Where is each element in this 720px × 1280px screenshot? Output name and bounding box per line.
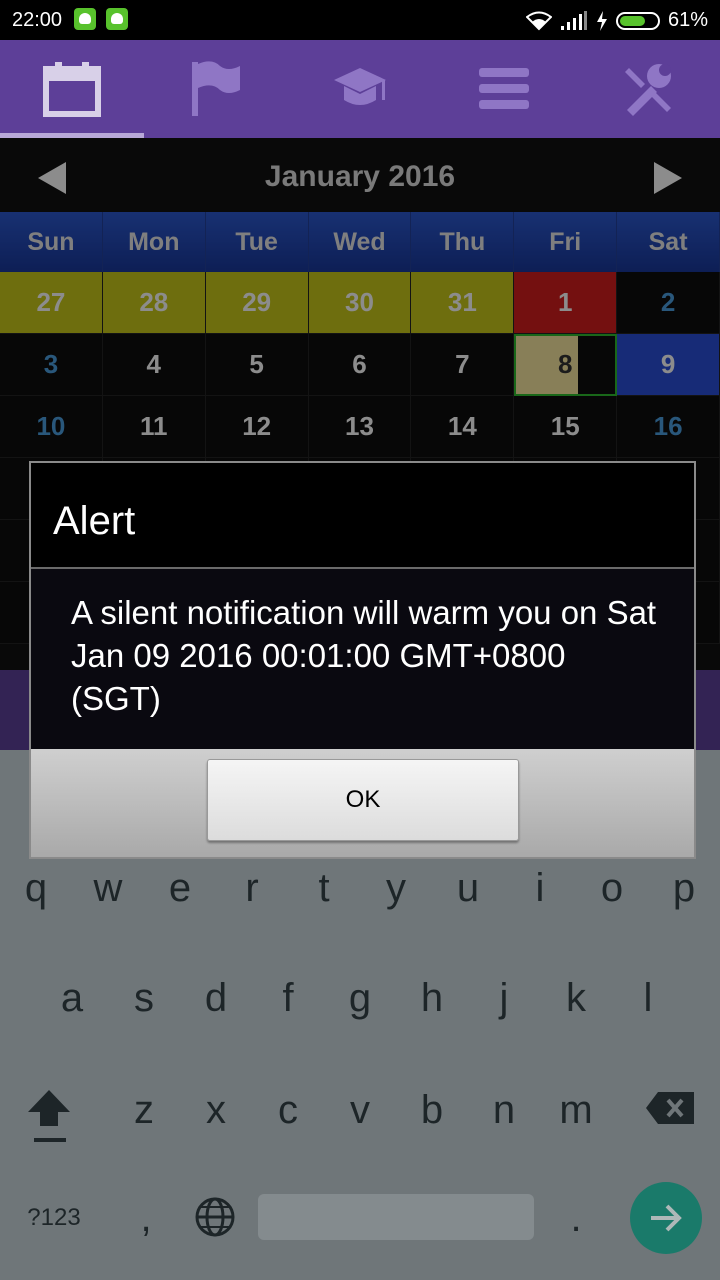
key-x[interactable]: x bbox=[180, 1088, 252, 1133]
calendar-day[interactable]: 29 bbox=[205, 272, 309, 334]
graduation-cap-icon bbox=[334, 68, 386, 105]
key-k[interactable]: k bbox=[540, 976, 612, 1021]
wifi-icon bbox=[525, 11, 552, 30]
calendar-day[interactable]: 16 bbox=[617, 396, 720, 458]
key-g[interactable]: g bbox=[324, 976, 396, 1021]
key-b[interactable]: b bbox=[396, 1088, 468, 1133]
dow-label: Fri bbox=[514, 212, 618, 272]
calendar-day[interactable]: 12 bbox=[205, 396, 309, 458]
calendar-day[interactable]: 7 bbox=[411, 334, 515, 396]
calendar-week: 3 4 5 6 7 8 9 bbox=[0, 334, 720, 396]
battery-percent: 61% bbox=[667, 9, 708, 31]
dialog-body: A silent notification will warm you on S… bbox=[31, 569, 694, 749]
key-y[interactable]: y bbox=[360, 866, 432, 911]
calendar-day[interactable]: 3 bbox=[0, 334, 103, 396]
calendar-day[interactable]: 13 bbox=[308, 396, 412, 458]
dow-label: Tue bbox=[206, 212, 309, 272]
tab-tools[interactable] bbox=[576, 40, 720, 138]
tab-flag[interactable] bbox=[144, 40, 288, 138]
shift-icon[interactable] bbox=[26, 1088, 72, 1144]
key-j[interactable]: j bbox=[468, 976, 540, 1021]
app-notification-icon bbox=[74, 8, 96, 30]
calendar-icon bbox=[43, 62, 101, 117]
globe-icon[interactable] bbox=[194, 1196, 236, 1238]
key-f[interactable]: f bbox=[252, 976, 324, 1021]
alert-dialog: Alert A silent notification will warm yo… bbox=[29, 461, 696, 859]
dialog-title: Alert bbox=[53, 499, 136, 543]
key-v[interactable]: v bbox=[324, 1088, 396, 1133]
status-time: 22:00 bbox=[12, 9, 63, 31]
key-a[interactable]: a bbox=[36, 976, 108, 1021]
month-header: January 2016 bbox=[0, 138, 720, 212]
dow-label: Thu bbox=[411, 212, 515, 272]
day-of-week-header: Sun Mon Tue Wed Thu Fri Sat bbox=[0, 212, 720, 272]
backspace-icon[interactable] bbox=[644, 1090, 696, 1126]
tools-icon bbox=[625, 64, 671, 116]
space-key[interactable] bbox=[258, 1194, 534, 1240]
key-m[interactable]: m bbox=[540, 1088, 612, 1133]
key-o[interactable]: o bbox=[576, 866, 648, 911]
calendar-day-today[interactable]: 1 bbox=[514, 272, 618, 334]
dow-label: Mon bbox=[103, 212, 206, 272]
calendar-day[interactable]: 11 bbox=[102, 396, 206, 458]
tab-calendar[interactable] bbox=[0, 40, 144, 138]
battery-icon bbox=[615, 11, 660, 30]
calendar-day[interactable]: 6 bbox=[308, 334, 412, 396]
calendar-day[interactable]: 27 bbox=[0, 272, 103, 334]
calendar-day[interactable]: 15 bbox=[514, 396, 618, 458]
calendar-day[interactable]: 5 bbox=[205, 334, 309, 396]
key-n[interactable]: n bbox=[468, 1088, 540, 1133]
flag-icon bbox=[192, 61, 240, 116]
key-comma[interactable]: , bbox=[110, 1196, 182, 1241]
calendar-day[interactable]: 10 bbox=[0, 396, 103, 458]
dow-label: Wed bbox=[309, 212, 412, 272]
arrow-right-icon bbox=[651, 1204, 682, 1232]
calendar-day-with-event[interactable]: 8 bbox=[514, 334, 618, 396]
key-q[interactable]: q bbox=[0, 866, 72, 911]
menu-icon bbox=[479, 68, 529, 109]
tab-education[interactable] bbox=[288, 40, 432, 138]
top-tab-bar bbox=[0, 40, 720, 138]
key-w[interactable]: w bbox=[72, 866, 144, 911]
key-h[interactable]: h bbox=[396, 976, 468, 1021]
key-u[interactable]: u bbox=[432, 866, 504, 911]
calendar-week: 27 28 29 30 31 1 2 bbox=[0, 272, 720, 334]
key-z[interactable]: z bbox=[108, 1088, 180, 1133]
key-t[interactable]: t bbox=[288, 866, 360, 911]
key-l[interactable]: l bbox=[612, 976, 684, 1021]
calendar-day[interactable]: 14 bbox=[411, 396, 515, 458]
key-s[interactable]: s bbox=[108, 976, 180, 1021]
symbols-key[interactable]: ?123 bbox=[14, 1204, 94, 1232]
dow-label: Sun bbox=[0, 212, 103, 272]
key-c[interactable]: c bbox=[252, 1088, 324, 1133]
enter-button[interactable] bbox=[630, 1182, 702, 1254]
charging-icon bbox=[596, 10, 607, 31]
tab-menu[interactable] bbox=[432, 40, 576, 138]
next-month-button[interactable] bbox=[654, 162, 682, 194]
calendar-day[interactable]: 2 bbox=[617, 272, 720, 334]
key-i[interactable]: i bbox=[504, 866, 576, 911]
ok-button[interactable]: OK bbox=[207, 759, 519, 841]
dialog-footer: OK bbox=[31, 749, 694, 857]
dow-label: Sat bbox=[617, 212, 720, 272]
key-period[interactable]: . bbox=[540, 1196, 612, 1241]
calendar-day[interactable]: 4 bbox=[102, 334, 206, 396]
calendar-day[interactable]: 31 bbox=[411, 272, 515, 334]
key-p[interactable]: p bbox=[648, 866, 720, 911]
month-title: January 2016 bbox=[264, 160, 456, 193]
signal-icon bbox=[560, 10, 587, 30]
dialog-message: A silent notification will warm you on S… bbox=[71, 594, 657, 717]
calendar-week: 10 11 12 13 14 15 16 bbox=[0, 396, 720, 458]
key-r[interactable]: r bbox=[216, 866, 288, 911]
key-d[interactable]: d bbox=[180, 976, 252, 1021]
calendar-day[interactable]: 30 bbox=[308, 272, 412, 334]
key-e[interactable]: e bbox=[144, 866, 216, 911]
calendar-day-selected[interactable]: 9 bbox=[617, 334, 720, 396]
status-bar: 22:00 61% bbox=[0, 0, 720, 40]
app-notification-icon bbox=[106, 8, 128, 30]
calendar-day[interactable]: 28 bbox=[102, 272, 206, 334]
